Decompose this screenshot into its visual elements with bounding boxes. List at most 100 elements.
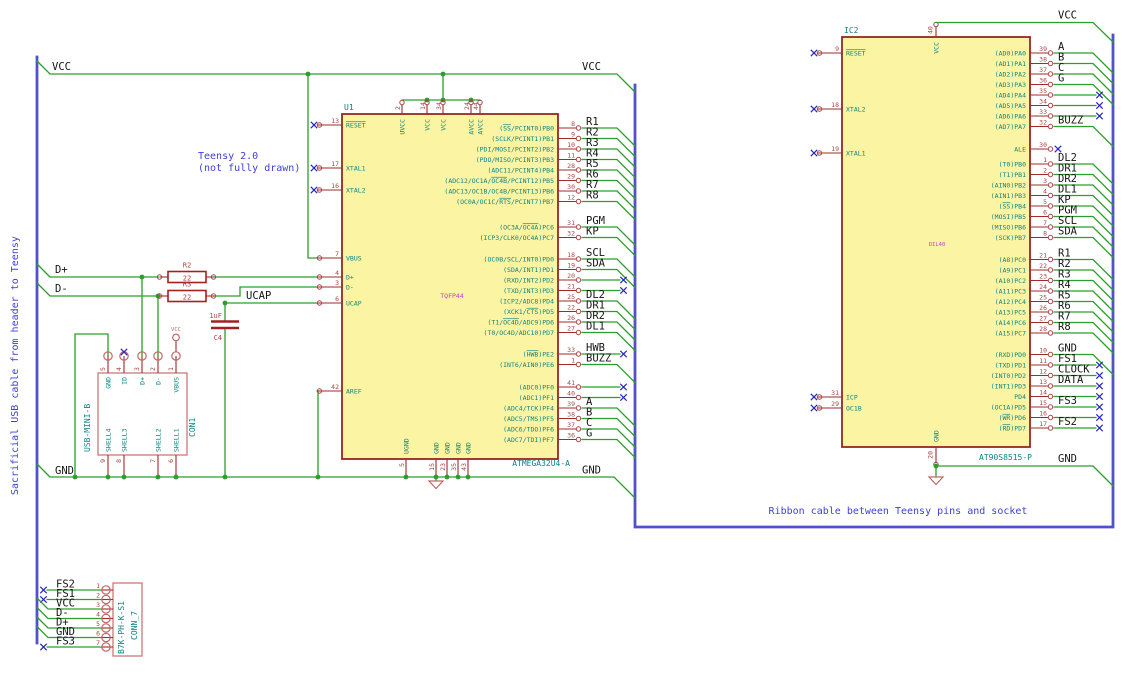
con1-pin-name: D+ (139, 377, 147, 385)
ic2-pin-name: (AD5)PA5 (995, 102, 1026, 110)
pin-end-circle (575, 234, 582, 241)
pin-end-circle (1047, 81, 1054, 88)
u1-pin-name: (ICP3/CLK0/OC4A)PC7 (480, 234, 554, 242)
net-label-fs3-conn7: FS3 (56, 636, 75, 648)
pin-end-circle (1047, 319, 1054, 326)
net-label-r8-ic2: R8 (1058, 321, 1071, 333)
u1-pin-number: 8 (571, 120, 575, 128)
ic2-pin-number: 23 (1039, 273, 1047, 281)
ic2-pin-number: 21 (1039, 252, 1047, 260)
con1-pin-number: 2 (149, 367, 157, 371)
con1-pin-name: SHELL3 (121, 428, 129, 452)
u1-pin-number: 3 (335, 279, 339, 287)
vcc-power-icon (172, 333, 180, 342)
junction-dot (455, 474, 461, 480)
pin-end-circle (1047, 256, 1054, 263)
u1-pin-number: 39 (567, 400, 575, 408)
u1-pin-name: RESET (346, 121, 366, 129)
pin-end-circle (1047, 146, 1054, 152)
pin-end-circle (1047, 182, 1054, 188)
u1-pin-number: 44 (472, 102, 480, 110)
ic2-pin-name: (MOSI)PB5 (991, 213, 1026, 221)
ic2-pin-name: ALE (1014, 145, 1026, 153)
u1-pin-name: (SCLK/PCINT1)PB1 (491, 135, 554, 143)
ic2-pin-name: (T0)PB0 (999, 160, 1026, 168)
u1-pin-number: 29 (567, 173, 575, 181)
u1-pin-number: 11 (567, 152, 575, 160)
ic2-pin-number: 3 (1043, 177, 1047, 185)
con1-pin-number: 1 (167, 367, 175, 371)
ic2-pin-number: 7 (1043, 219, 1047, 227)
u1-pin-number: 15 (428, 463, 436, 471)
pin-end-circle (1047, 102, 1054, 109)
u1-pin-name: (TXD/INT3)PD3 (503, 287, 554, 295)
ic2-pin-name: (AD6)PA6 (995, 112, 1026, 120)
net-label-kp-u1: KP (586, 226, 599, 238)
ic2-pin-number: 1 (1043, 156, 1047, 164)
u1-pin-number: 9 (571, 131, 575, 139)
ic2-pin-name: (AD2)PA2 (995, 70, 1026, 78)
conn7-pin-number: 1 (96, 582, 100, 590)
pin-end-circle (1047, 288, 1054, 294)
pin-end-circle (1047, 404, 1054, 410)
u1-pin-number: 1 (571, 357, 575, 365)
ic2-pin-name: (A9)PC1 (999, 266, 1026, 274)
u1-value: ATMEGA32U4-A (512, 459, 570, 468)
u1-pin-number: 22 (567, 304, 575, 312)
u1-pin-name: UGND (403, 438, 411, 454)
con1-pin-name: D- (155, 377, 163, 385)
con1-ref: CON1 (188, 418, 197, 437)
net-label-sda-ic2: SDA (1058, 226, 1078, 238)
ic2-pin-number: 40 (927, 26, 935, 34)
u1-pin-number: 24 (463, 102, 471, 110)
u1-pin-number: 25 (567, 293, 575, 301)
u1-pin-name: D- (346, 283, 354, 291)
pin-end-circle (1047, 267, 1054, 273)
pin-end-circle (1047, 277, 1054, 284)
net-label-vcc-right-u1: VCC (582, 61, 601, 73)
schematic-canvas: VCC VCC D+ D- UCAP GND GND U1 ATMEGA32U4-A TQFP44… (0, 0, 1131, 690)
pin-end-circle (575, 415, 582, 422)
pin-end-circle (1047, 123, 1054, 130)
ic2-pin-name: (MISO)PB6 (991, 223, 1026, 231)
u1-pin-name: XTAL2 (346, 186, 366, 194)
ic2-pin-number: 37 (1039, 66, 1047, 74)
u1-pin-number: 7 (335, 250, 339, 258)
ic2-footprint: DIL40 (929, 242, 946, 248)
ic2-gnd-wire (935, 465, 1114, 487)
pin-end-circle (575, 426, 582, 432)
net-label-r8-u1: R8 (586, 190, 599, 202)
net-label-ucap: UCAP (246, 290, 271, 302)
r3-ref: R3 (183, 281, 191, 289)
ic2-pin-number: 4 (1043, 188, 1047, 196)
u1-pin-name: (SDA/INT1)PD1 (503, 266, 554, 274)
pin-end-circle (1047, 161, 1054, 167)
pin-end-circle (575, 394, 582, 401)
u1-pin-number: 2 (394, 106, 402, 110)
con1-pin-number: 4 (115, 367, 123, 371)
u1-pin-name: (ADC13/OC1B/OC4B/PCINT13)PB6 (444, 187, 554, 195)
ic2-pin-number: 5 (1043, 198, 1047, 206)
pin-end-circle (1047, 414, 1054, 421)
junction-dot (315, 474, 321, 480)
u1-pin-number: 34 (435, 102, 443, 110)
pin-end-circle (575, 384, 582, 390)
net-label-gnd-ic2: GND (1058, 453, 1077, 465)
ic2-pin-number: 19 (831, 145, 839, 153)
pin-end-circle (1047, 213, 1054, 220)
con1-pin-name: SHELL2 (155, 428, 163, 452)
ic2-pin-name: (A15)PC7 (995, 329, 1026, 337)
net-label-buzz-ic2: BUZZ (1058, 115, 1083, 127)
u1-pin-number: 17 (331, 160, 339, 168)
r2-ref: R2 (183, 262, 191, 270)
net-label-fs3-ic2: FS3 (1058, 395, 1077, 407)
u1-pin-number: 41 (567, 379, 575, 387)
ic2-pin-number: 6 (1043, 209, 1047, 217)
gnd-rail (36, 463, 636, 499)
pin-end-circle (1047, 309, 1054, 315)
u1-pin-number: 16 (331, 182, 339, 190)
u1-pin-name: AVCC (468, 119, 476, 135)
ic2-pin-number: 22 (1039, 262, 1047, 270)
u1-pin-number: 42 (331, 383, 339, 391)
junction-dot (121, 474, 127, 480)
